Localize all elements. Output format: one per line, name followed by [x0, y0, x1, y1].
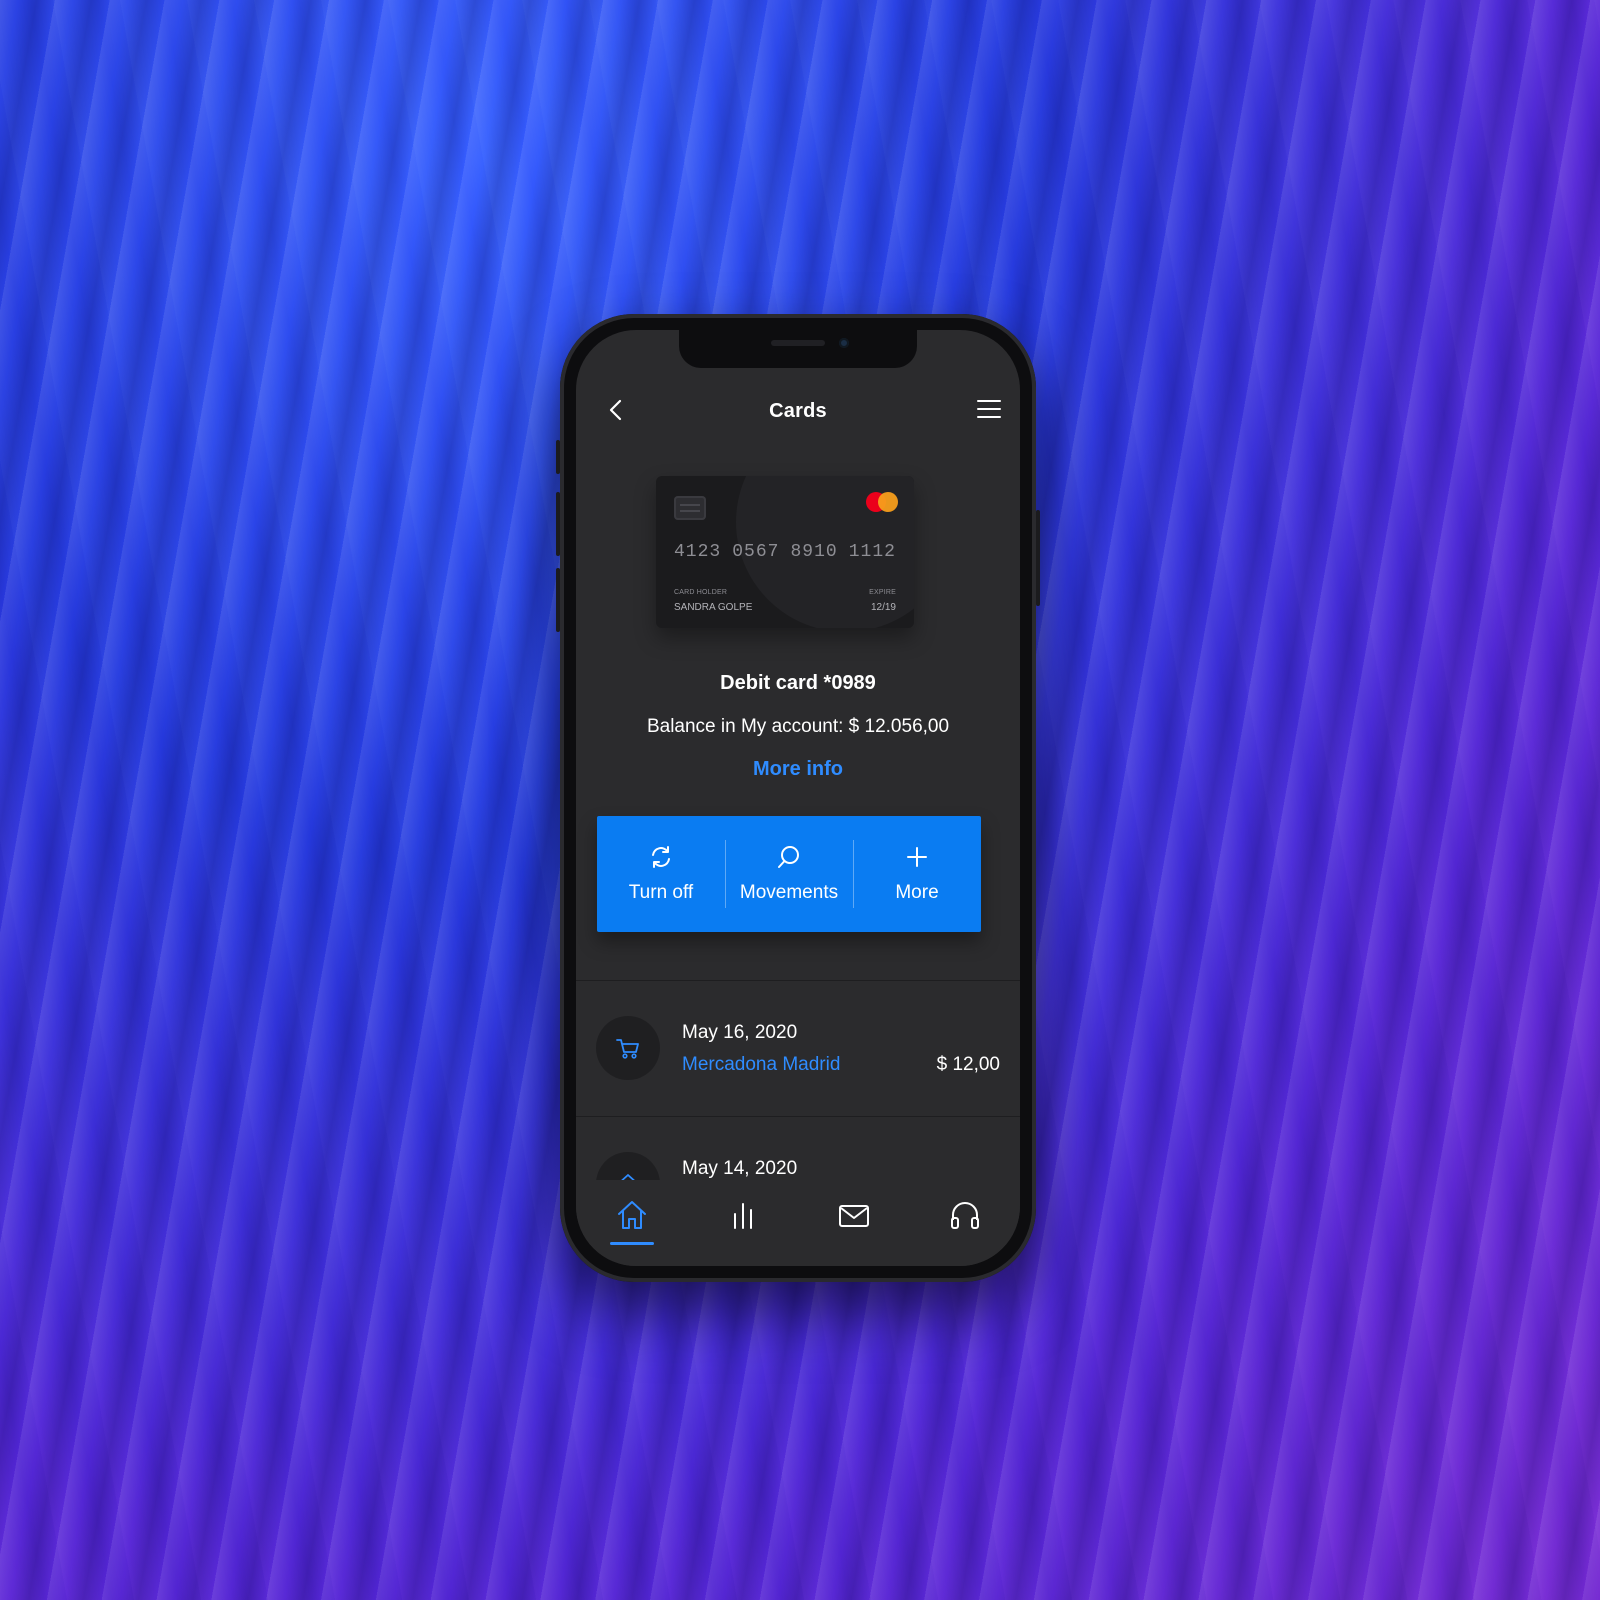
top-bar: Cards — [576, 388, 1020, 432]
phone-frame: Cards 4123 0567 8910 1112 CARD HOLDER EX… — [556, 314, 1040, 1282]
card-number-group: 8910 — [790, 542, 838, 562]
movements-button[interactable]: Movements — [725, 816, 853, 932]
turn-off-button[interactable]: Turn off — [597, 816, 725, 932]
nav-stats[interactable] — [703, 1198, 783, 1254]
front-camera — [839, 338, 849, 348]
mastercard-logo-icon — [866, 492, 898, 514]
card-expire-value: 12/19 — [870, 602, 896, 613]
card-holder-name: SANDRA GOLPE — [674, 602, 753, 613]
nav-messages[interactable] — [814, 1198, 894, 1254]
card-number-group: 4123 — [674, 542, 722, 562]
card-number-group: 1112 — [848, 542, 896, 562]
shopping-cart-icon — [616, 1039, 639, 1059]
card-holder-label: CARD HOLDER — [674, 589, 728, 596]
notch — [679, 330, 917, 368]
bottom-navigation — [576, 1180, 1020, 1266]
volume-up-button — [556, 492, 560, 556]
earpiece-speaker — [771, 340, 825, 346]
card-title: Debit card *0989 — [720, 672, 876, 694]
more-info-link[interactable]: More info — [576, 758, 1020, 781]
transaction-row[interactable]: May 16, 2020 Mercadona Madrid $ 12,00 — [576, 982, 1020, 1118]
mail-icon — [838, 1205, 869, 1227]
transaction-date: May 14, 2020 — [682, 1158, 798, 1179]
transaction-date: May 16, 2020 — [682, 1022, 798, 1043]
volume-down-button — [556, 568, 560, 632]
bar-chart-icon — [733, 1203, 752, 1229]
card-number-group: 0567 — [732, 542, 780, 562]
refresh-icon — [652, 846, 670, 868]
transaction-amount: $ 12,00 — [936, 1054, 1000, 1075]
card-number: 4123 0567 8910 1112 — [674, 542, 896, 562]
card-actions-bar: Turn off Movements More — [597, 816, 981, 932]
card-expire-label: EXPIRE — [869, 589, 896, 596]
movements-label: Movements — [739, 882, 839, 903]
search-icon — [778, 846, 799, 868]
plus-icon — [907, 847, 927, 867]
home-icon — [617, 1201, 646, 1229]
turn-off-label: Turn off — [628, 882, 694, 903]
power-button — [1036, 510, 1040, 606]
more-label: More — [895, 882, 939, 903]
active-tab-indicator — [609, 1242, 654, 1245]
list-divider — [576, 1116, 1020, 1117]
nav-support[interactable] — [925, 1198, 1005, 1254]
more-button[interactable]: More — [853, 816, 981, 932]
account-balance: Balance in My account: $ 12.056,00 — [646, 716, 950, 737]
debit-card-visual[interactable]: 4123 0567 8910 1112 CARD HOLDER EXPIRE S… — [656, 476, 914, 628]
transaction-merchant: Mercadona Madrid — [682, 1054, 841, 1075]
headphones-icon — [950, 1202, 979, 1229]
page-title: Cards — [769, 400, 827, 422]
list-divider — [576, 980, 1020, 981]
transaction-icon-circle — [596, 1016, 660, 1080]
card-chip-icon — [674, 496, 706, 520]
hamburger-menu-icon[interactable] — [976, 398, 1002, 420]
phone-screen: Cards 4123 0567 8910 1112 CARD HOLDER EX… — [576, 330, 1020, 1266]
nav-home[interactable] — [592, 1198, 672, 1254]
mute-switch — [556, 440, 560, 474]
